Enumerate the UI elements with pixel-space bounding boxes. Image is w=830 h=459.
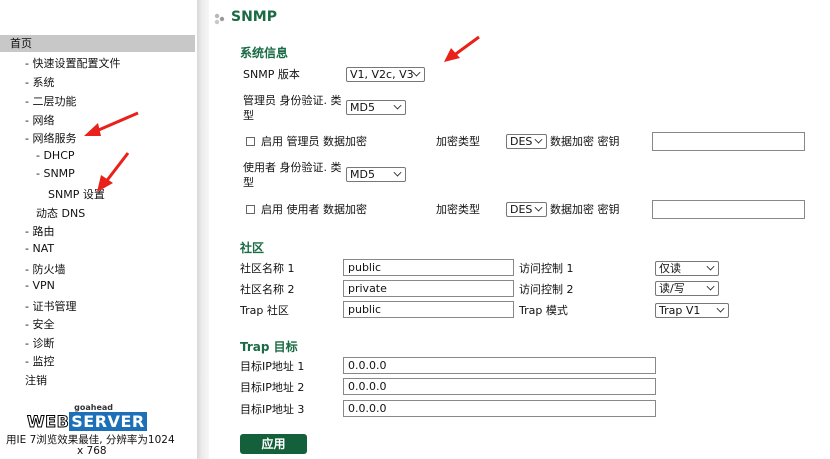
annotation-arrow-icon bbox=[97, 152, 130, 192]
target-ip3-input[interactable]: 0.0.0.0 bbox=[343, 400, 656, 417]
chevron-down-icon bbox=[534, 203, 543, 212]
admin-auth-label: 管理员 身份验证. 类 bbox=[243, 94, 342, 107]
chevron-down-icon bbox=[412, 68, 421, 77]
admin-key-label: 数据加密 密钥 bbox=[550, 135, 620, 148]
sidebar-item-network[interactable]: - 网络 bbox=[25, 112, 54, 128]
chevron-down-icon bbox=[706, 282, 715, 291]
trap-community-input[interactable]: public bbox=[343, 301, 514, 318]
sidebar-item-logout[interactable]: 注销 bbox=[25, 372, 47, 388]
user-key-label: 数据加密 密钥 bbox=[550, 203, 620, 216]
access1-label: 访问控制 1 bbox=[519, 262, 574, 275]
access2-select[interactable]: 读/写 bbox=[655, 281, 719, 296]
community-name2-input[interactable]: private bbox=[343, 280, 514, 297]
sidebar-item-snmp[interactable]: - SNMP bbox=[36, 167, 75, 180]
admin-auth-select[interactable]: MD5 bbox=[346, 100, 406, 115]
admin-encrypt-label: 启用 管理员 数据加密 bbox=[261, 135, 367, 148]
user-key-input[interactable] bbox=[652, 200, 805, 219]
snmp-version-select[interactable]: V1, V2c, V3 bbox=[346, 67, 425, 82]
user-encrypt-type-label: 加密类型 bbox=[436, 203, 480, 216]
trap-community-label: Trap 社区 bbox=[240, 304, 289, 317]
chevron-down-icon bbox=[706, 262, 715, 271]
target-ip2-label: 目标IP地址 2 bbox=[240, 381, 305, 394]
chevron-down-icon bbox=[393, 168, 402, 177]
trap-mode-select[interactable]: Trap V1 bbox=[655, 303, 729, 318]
target-ip3-label: 目标IP地址 3 bbox=[240, 403, 305, 416]
sidebar-item-diagnostics[interactable]: - 诊断 bbox=[25, 335, 54, 351]
trap-mode-label: Trap 模式 bbox=[519, 304, 568, 317]
annotation-arrow-icon bbox=[444, 35, 480, 62]
sidebar-item-home[interactable]: 首页 bbox=[0, 35, 195, 52]
user-encrypt-checkbox[interactable] bbox=[246, 205, 255, 214]
sidebar-item-dhcp[interactable]: - DHCP bbox=[36, 149, 75, 162]
browser-note-resolution: x 768 bbox=[77, 445, 107, 457]
sidebar-divider bbox=[197, 0, 209, 459]
chevron-down-icon bbox=[716, 304, 725, 313]
sidebar: 首页 - 快速设置配置文件 - 系统 - 二层功能 - 网络 - 网络服务 - … bbox=[0, 0, 197, 459]
title-dots-icon bbox=[214, 13, 225, 25]
target-ip2-input[interactable]: 0.0.0.0 bbox=[343, 378, 656, 395]
sidebar-item-firewall[interactable]: - 防火墙 bbox=[25, 261, 65, 277]
sidebar-item-layer2[interactable]: - 二层功能 bbox=[25, 93, 76, 109]
sidebar-item-vpn[interactable]: - VPN bbox=[25, 279, 55, 292]
admin-encrypt-type-select[interactable]: DES bbox=[506, 134, 547, 149]
admin-encrypt-checkbox[interactable] bbox=[246, 137, 255, 146]
annotation-arrow-icon bbox=[84, 111, 139, 136]
sidebar-item-quick-setup[interactable]: - 快速设置配置文件 bbox=[25, 55, 120, 71]
sidebar-item-system[interactable]: - 系统 bbox=[25, 74, 54, 90]
sidebar-item-ddns[interactable]: 动态 DNS bbox=[36, 205, 85, 221]
admin-encrypt-type-label: 加密类型 bbox=[436, 135, 480, 148]
target-ip1-label: 目标IP地址 1 bbox=[240, 360, 305, 373]
access1-select[interactable]: 仅读 bbox=[655, 261, 719, 276]
user-auth-select[interactable]: MD5 bbox=[346, 167, 406, 182]
user-encrypt-label: 启用 使用者 数据加密 bbox=[261, 203, 367, 216]
admin-key-input[interactable] bbox=[652, 132, 805, 151]
sidebar-item-routing[interactable]: - 路由 bbox=[25, 223, 54, 239]
user-auth-label-wrap: 型 bbox=[243, 176, 254, 189]
apply-button[interactable]: 应用 bbox=[240, 434, 307, 454]
target-ip1-input[interactable]: 0.0.0.0 bbox=[343, 357, 656, 374]
sidebar-item-network-services[interactable]: - 网络服务 bbox=[25, 130, 76, 146]
goahead-webserver-logo: goahead WEB SERVER bbox=[26, 403, 147, 432]
main-content: SNMP 系统信息 SNMP 版本 V1, V2c, V3 管理员 身份验证. … bbox=[209, 0, 830, 459]
access2-label: 访问控制 2 bbox=[519, 283, 574, 296]
section-trap-target: Trap 目标 bbox=[240, 340, 298, 354]
section-system-info: 系统信息 bbox=[240, 46, 289, 60]
chevron-down-icon bbox=[393, 101, 402, 110]
community-name2-label: 社区名称 2 bbox=[240, 283, 295, 296]
snmp-version-label: SNMP 版本 bbox=[243, 68, 300, 81]
chevron-down-icon bbox=[534, 135, 543, 144]
user-auth-label: 使用者 身份验证. 类 bbox=[243, 161, 342, 174]
sidebar-item-nat[interactable]: - NAT bbox=[25, 242, 54, 255]
sidebar-item-cert[interactable]: - 证书管理 bbox=[25, 298, 76, 314]
community-name1-label: 社区名称 1 bbox=[240, 262, 295, 275]
admin-auth-label-wrap: 型 bbox=[243, 109, 254, 122]
community-name1-input[interactable]: public bbox=[343, 259, 514, 276]
user-encrypt-type-select[interactable]: DES bbox=[506, 202, 547, 217]
sidebar-item-monitor[interactable]: - 监控 bbox=[25, 353, 54, 369]
section-community: 社区 bbox=[240, 241, 265, 255]
page-title: SNMP bbox=[231, 9, 277, 25]
sidebar-item-security[interactable]: - 安全 bbox=[25, 316, 54, 332]
